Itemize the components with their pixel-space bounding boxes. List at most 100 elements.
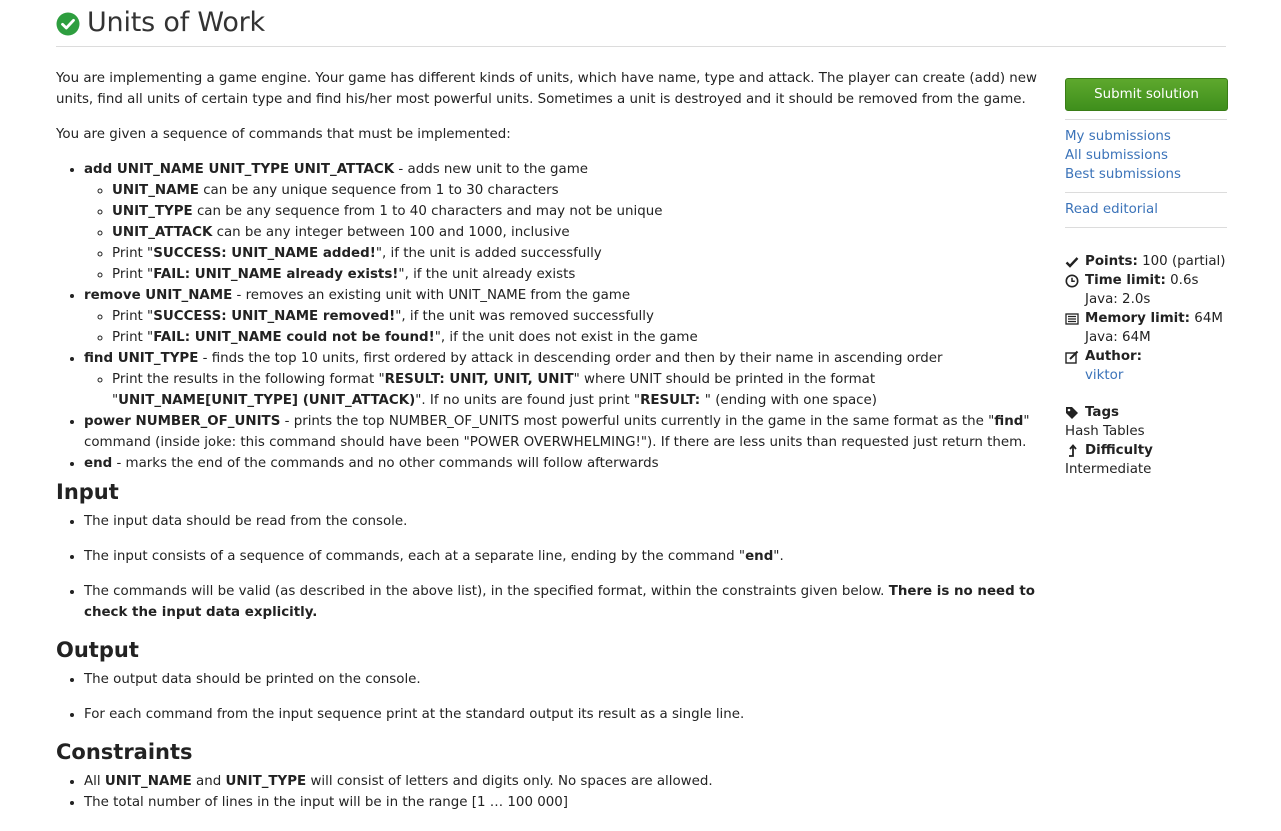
text: ", if the unit was removed successfully [395,309,654,324]
problem-info: Points: 100 (partial) Time limit: 0.6s J… [1065,252,1227,479]
best-submissions-link[interactable]: Best submissions [1065,165,1227,184]
constraint-item: The total number of lines in the input w… [84,792,1046,813]
tags-value: Hash Tables [1065,424,1145,439]
constraints-list: All UNIT_NAME and UNIT_TYPE will consist… [56,771,1046,813]
page-header: Units of Work [56,6,1226,47]
edit-icon [1065,350,1079,364]
remove-print-success: Print "SUCCESS: UNIT_NAME removed!", if … [112,306,1046,327]
command-end-desc: - marks the end of the commands and no o… [112,456,659,471]
page-title: Units of Work [87,7,265,38]
text: All [84,774,105,789]
command-list: add UNIT_NAME UNIT_TYPE UNIT_ATTACK - ad… [56,159,1046,474]
add-detail-type: UNIT_TYPE can be any sequence from 1 to … [112,201,1046,222]
text: Print " [112,330,154,345]
commands-intro: You are given a sequence of commands tha… [56,127,511,142]
solved-check-icon [56,12,80,36]
text: The input consists of a sequence of comm… [84,549,746,564]
sidebar: Submit solution My submissions All submi… [1065,78,1228,479]
submit-solution-button[interactable]: Submit solution [1065,78,1228,111]
term: UNIT_TYPE [225,774,307,789]
command-power-syntax: power NUMBER_OF_UNITS [84,414,281,429]
all-submissions-link[interactable]: All submissions [1065,146,1227,165]
problem-statement: You are implementing a game engine. Your… [56,68,1046,813]
term: UNIT_NAME [112,183,199,198]
remove-print-fail: Print "FAIL: UNIT_NAME could not be foun… [112,327,1046,348]
divider [1065,119,1227,120]
message: FAIL: UNIT_NAME already exists! [153,267,399,282]
command-end-syntax: end [84,456,113,471]
output-heading: Output [56,638,139,662]
title-wrap: Units of Work [56,6,1226,40]
term: UNIT_TYPE [112,204,193,219]
input-list: The input data should be read from the c… [56,511,1046,623]
command-find-desc: - finds the top 10 units, first ordered … [198,351,943,366]
message: UNIT_NAME[UNIT_TYPE] (UNIT_ATTACK) [118,393,416,408]
command-add-syntax: add UNIT_NAME UNIT_TYPE UNIT_ATTACK [84,162,395,177]
command-find: find UNIT_TYPE - finds the top 10 units,… [84,348,1046,411]
command-remove-details: Print "SUCCESS: UNIT_NAME removed!", if … [84,306,1046,348]
clock-icon [1065,274,1079,288]
author-label: Author: [1085,349,1142,364]
message: SUCCESS: UNIT_NAME added! [153,246,376,261]
output-list: The output data should be printed on the… [56,669,1046,725]
text: Print the results in the following forma… [112,372,385,387]
text: ". If no units are found just print " [415,393,641,408]
input-heading: Input [56,480,119,504]
points-label: Points: [1085,254,1138,269]
memory-limit-row: Memory limit: 64M [1065,309,1227,328]
command-power: power NUMBER_OF_UNITS - prints the top N… [84,411,1046,453]
find-ref: find [994,414,1024,429]
time-limit-text: Time limit: 0.6s [1085,271,1198,290]
command-find-syntax: find UNIT_TYPE [84,351,199,366]
intro-paragraph: You are implementing a game engine. Your… [56,71,1037,107]
points-row: Points: 100 (partial) [1065,252,1227,271]
text: ". [773,549,784,564]
text: ", if the unit already exists [398,267,576,282]
add-detail-name: UNIT_NAME can be any unique sequence fro… [112,180,1046,201]
author-link[interactable]: viktor [1065,366,1227,385]
command-find-details: Print the results in the following forma… [84,369,1046,411]
text: Print " [112,246,154,261]
difficulty-row: Difficulty [1065,441,1227,460]
tag-icon [1066,407,1078,419]
output-item: For each command from the input sequence… [84,704,1046,725]
divider [1065,192,1227,193]
command-add-details: UNIT_NAME can be any unique sequence fro… [84,180,1046,285]
message: SUCCESS: UNIT_NAME removed! [153,309,396,324]
divider [1065,227,1227,228]
term-desc: can be any sequence from 1 to 40 charact… [192,204,663,219]
message: RESULT: [640,393,705,408]
text: - prints the top NUMBER_OF_UNITS most po… [280,414,995,429]
term-desc: can be any integer between 100 and 1000,… [212,225,570,240]
difficulty-arrow-icon [1069,444,1077,457]
read-editorial-link[interactable]: Read editorial [1065,200,1227,219]
time-value: 0.6s [1165,273,1199,288]
command-remove: remove UNIT_NAME - removes an existing u… [84,285,1046,348]
text: " (ending with one space) [704,393,877,408]
command-remove-desc: - removes an existing unit with UNIT_NAM… [232,288,631,303]
command-add-desc: - adds new unit to the game [394,162,588,177]
find-print-format: Print the results in the following forma… [112,369,1046,411]
input-item: The input consists of a sequence of comm… [84,546,1046,567]
points-value: 100 (partial) [1137,254,1226,269]
text: The commands will be valid (as described… [84,584,889,599]
text: and [191,774,226,789]
constraints-heading: Constraints [56,740,193,764]
text: will consist of letters and digits only.… [306,774,713,789]
text: ", if the unit is added successfully [375,246,602,261]
my-submissions-link[interactable]: My submissions [1065,127,1227,146]
memory-limit-java: Java: 64M [1085,330,1151,345]
term: UNIT_NAME [104,774,192,789]
add-print-fail: Print "FAIL: UNIT_NAME already exists!",… [112,264,1046,285]
memory-limit-text: Memory limit: 64M [1085,309,1223,328]
author-row: Author: [1065,347,1227,366]
text: Print " [112,267,154,282]
checkmark-icon [1065,257,1079,268]
points-text: Points: 100 (partial) [1085,252,1226,271]
time-label: Time limit: [1085,273,1166,288]
text: Print " [112,309,154,324]
tags-row: Tags [1065,403,1227,422]
time-limit-java: Java: 2.0s [1085,292,1151,307]
input-item: The input data should be read from the c… [84,511,1046,532]
difficulty-label: Difficulty [1085,443,1153,458]
